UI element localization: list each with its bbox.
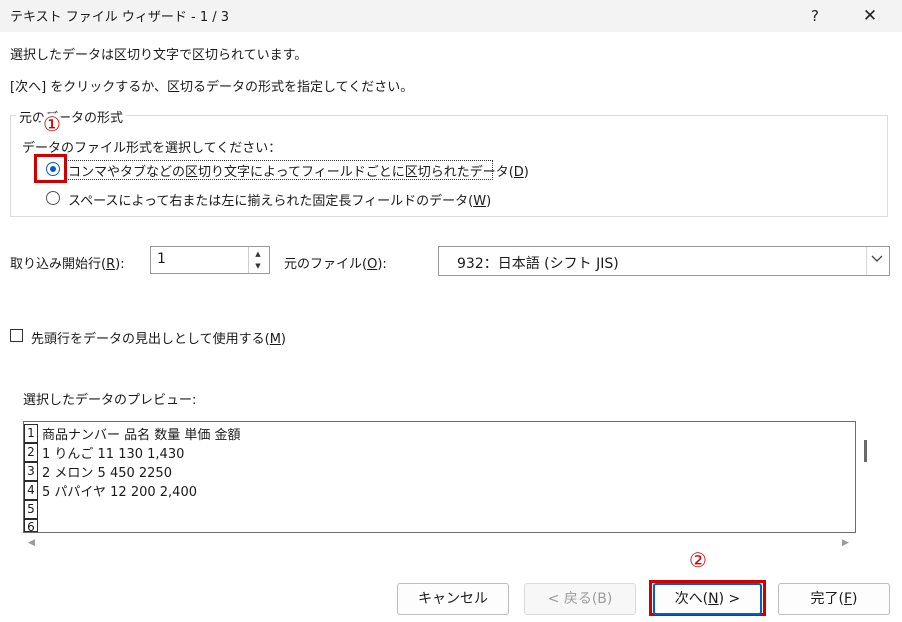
preview-row-number: 1 bbox=[24, 424, 38, 443]
preview-row-text: 1 りんご 11 130 1,430 bbox=[42, 447, 185, 462]
header-row-checkbox[interactable] bbox=[10, 329, 23, 342]
delimited-radio-label[interactable]: コンマやタブなどの区切り文字によってフィールドごとに区切られたデータ(D) bbox=[68, 161, 529, 180]
intro-line-1: 選択したデータは区切り文字で区切られています。 bbox=[10, 48, 308, 63]
step-1-marker: ① bbox=[40, 113, 64, 137]
start-row-value[interactable]: 1 bbox=[157, 251, 166, 267]
preview-row-number: 2 bbox=[24, 443, 38, 462]
header-row-checkbox-label[interactable]: 先頭行をデータの見出しとして使用する(M) bbox=[31, 328, 286, 347]
delimited-radio[interactable] bbox=[46, 162, 60, 176]
spin-up-arrow-icon[interactable]: ▲ bbox=[250, 249, 266, 260]
vertical-scrollbar-thumb[interactable] bbox=[864, 440, 867, 462]
next-button[interactable]: 次へ(N) > bbox=[653, 583, 762, 615]
preview-row-text: 商品ナンバー 品名 数量 単価 金額 bbox=[42, 428, 241, 443]
back-button[interactable]: < 戻る(B) bbox=[524, 583, 636, 615]
scroll-right-icon[interactable]: ▶ bbox=[842, 538, 849, 548]
window-title: テキスト ファイル ウィザード - 1 / 3 bbox=[10, 10, 230, 25]
preview-row-text: 2 メロン 5 450 2250 bbox=[42, 466, 172, 481]
close-button[interactable]: ✕ bbox=[850, 0, 890, 32]
preview-label: 選択したデータのプレビュー: bbox=[23, 393, 197, 408]
finish-button[interactable]: 完了(F) bbox=[778, 583, 890, 615]
format-group-legend: 元のデータの形式 bbox=[16, 107, 127, 126]
preview-row-number: 5 bbox=[24, 500, 38, 519]
preview-row-text: 5 パパイヤ 12 200 2,400 bbox=[42, 485, 197, 500]
help-button[interactable]: ? bbox=[800, 0, 830, 32]
preview-row-number: 4 bbox=[24, 481, 38, 500]
preview-row-number: 6 bbox=[24, 519, 38, 534]
origin-file-label: 元のファイル(O): bbox=[284, 257, 387, 272]
spin-down-arrow-icon[interactable]: ▼ bbox=[250, 261, 266, 272]
scroll-left-icon[interactable]: ◀ bbox=[28, 538, 35, 548]
intro-line-2: [次へ] をクリックするか、区切るデータの形式を指定してください。 bbox=[10, 80, 414, 95]
preview-row-number: 3 bbox=[24, 462, 38, 481]
origin-file-value[interactable]: 932：日本語 (シフト JIS) bbox=[457, 253, 619, 273]
fixed-width-radio-label[interactable]: スペースによって右または左に揃えられた固定長フィールドのデータ(W) bbox=[68, 190, 491, 209]
fixed-width-radio[interactable] bbox=[46, 191, 60, 205]
chevron-down-icon[interactable] bbox=[870, 253, 884, 267]
step-2-marker: ② bbox=[689, 548, 707, 572]
cancel-button[interactable]: キャンセル bbox=[397, 583, 509, 615]
start-row-label: 取り込み開始行(R): bbox=[10, 257, 125, 272]
